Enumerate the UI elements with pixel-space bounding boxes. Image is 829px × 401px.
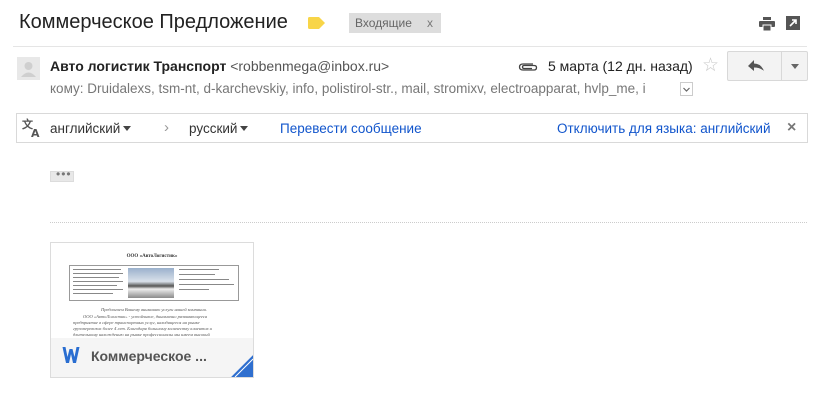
preview-paragraph-line: Предлагаем Вашему вниманию услуги нашей … — [101, 307, 207, 312]
source-language-select[interactable]: английский — [50, 121, 132, 136]
preview-line — [73, 289, 123, 290]
preview-line — [179, 274, 215, 275]
preview-line — [179, 269, 219, 270]
word-doc-icon — [62, 347, 80, 363]
popout-icon[interactable] — [786, 16, 800, 30]
preview-company-name: ООО «АвтоЛогистик» — [126, 254, 178, 259]
preview-line — [179, 279, 229, 280]
preview-paragraph-line: длительному нахождению на рынке професси… — [73, 332, 210, 337]
attachments-divider — [50, 222, 807, 223]
print-icon[interactable] — [759, 17, 775, 31]
close-translate-bar-button[interactable]: × — [787, 119, 796, 137]
target-language-label: русский — [189, 121, 238, 136]
attachment-card[interactable]: ООО «АвтоЛогистик» Предлагаем Вашему вни… — [50, 242, 254, 378]
star-icon[interactable]: ☆ — [702, 56, 719, 76]
label-tag-icon[interactable] — [308, 17, 325, 29]
preview-line — [73, 285, 117, 286]
page-fold-icon — [231, 355, 253, 377]
inbox-label-chip[interactable]: Входящие x — [349, 13, 441, 33]
chevron-down-icon — [240, 126, 249, 131]
sender-name[interactable]: Авто логистик Транспорт — [50, 58, 226, 74]
translate-message-link[interactable]: Перевести сообщение — [280, 121, 422, 136]
reply-button[interactable] — [727, 51, 782, 81]
preview-line — [179, 284, 234, 285]
disable-translation-link[interactable]: Отключить для языка: английский — [557, 121, 771, 136]
preview-paragraph-line: предприятие в сфере транспортных услуг, … — [73, 320, 200, 325]
chevron-down-icon — [791, 64, 799, 69]
preview-line — [73, 273, 123, 274]
arrow-right-icon: › — [164, 119, 169, 136]
preview-truck-image — [128, 268, 174, 298]
paperclip-icon — [518, 63, 538, 71]
sender-email: <robbenmega@inbox.ru> — [230, 58, 390, 74]
attachment-filename: Коммерческое ... — [91, 348, 207, 364]
target-language-select[interactable]: русский — [189, 121, 249, 136]
inbox-label-text: Входящие — [355, 16, 412, 30]
preview-line — [73, 293, 113, 294]
translate-bar: 文 A английский › русский Перевести сообщ… — [16, 113, 808, 143]
show-details-toggle[interactable] — [680, 82, 693, 96]
sender-line: Авто логистик Транспорт <robbenmega@inbo… — [50, 58, 389, 74]
header-divider — [13, 46, 807, 47]
message-date: 5 марта (12 дн. назад) — [548, 58, 693, 74]
recipients-line: кому: Druidalexs, tsm-nt, d-karchevskiy,… — [50, 81, 646, 96]
reply-icon — [748, 60, 764, 71]
source-language-label: английский — [50, 121, 121, 136]
attachment-preview: ООО «АвтоЛогистик» Предлагаем Вашему вни… — [51, 243, 253, 338]
subject-row: Коммерческое Предложение Входящие x — [0, 0, 829, 46]
preview-paragraph-line: грузоперевозок более 4 лет. Благодаря бо… — [73, 326, 212, 331]
attachment-footer: Коммерческое ... — [51, 338, 253, 377]
preview-line — [73, 277, 119, 278]
chevron-down-icon — [123, 126, 132, 131]
more-options-button[interactable] — [781, 51, 808, 81]
preview-line — [73, 281, 123, 282]
preview-line — [179, 289, 209, 290]
preview-paragraph-line: ООО «АвтоЛогистик» - устойчивое, динамич… — [83, 314, 207, 319]
show-trimmed-content-button[interactable]: ••• — [50, 167, 74, 182]
translate-icon: 文 A — [22, 118, 40, 138]
chevron-down-icon — [683, 87, 690, 92]
ellipsis-icon: ••• — [56, 167, 72, 181]
svg-text:A: A — [31, 127, 40, 138]
sender-avatar[interactable] — [17, 57, 40, 80]
remove-label-button[interactable]: x — [427, 13, 433, 33]
email-subject: Коммерческое Предложение — [19, 11, 288, 33]
preview-line — [73, 269, 121, 270]
